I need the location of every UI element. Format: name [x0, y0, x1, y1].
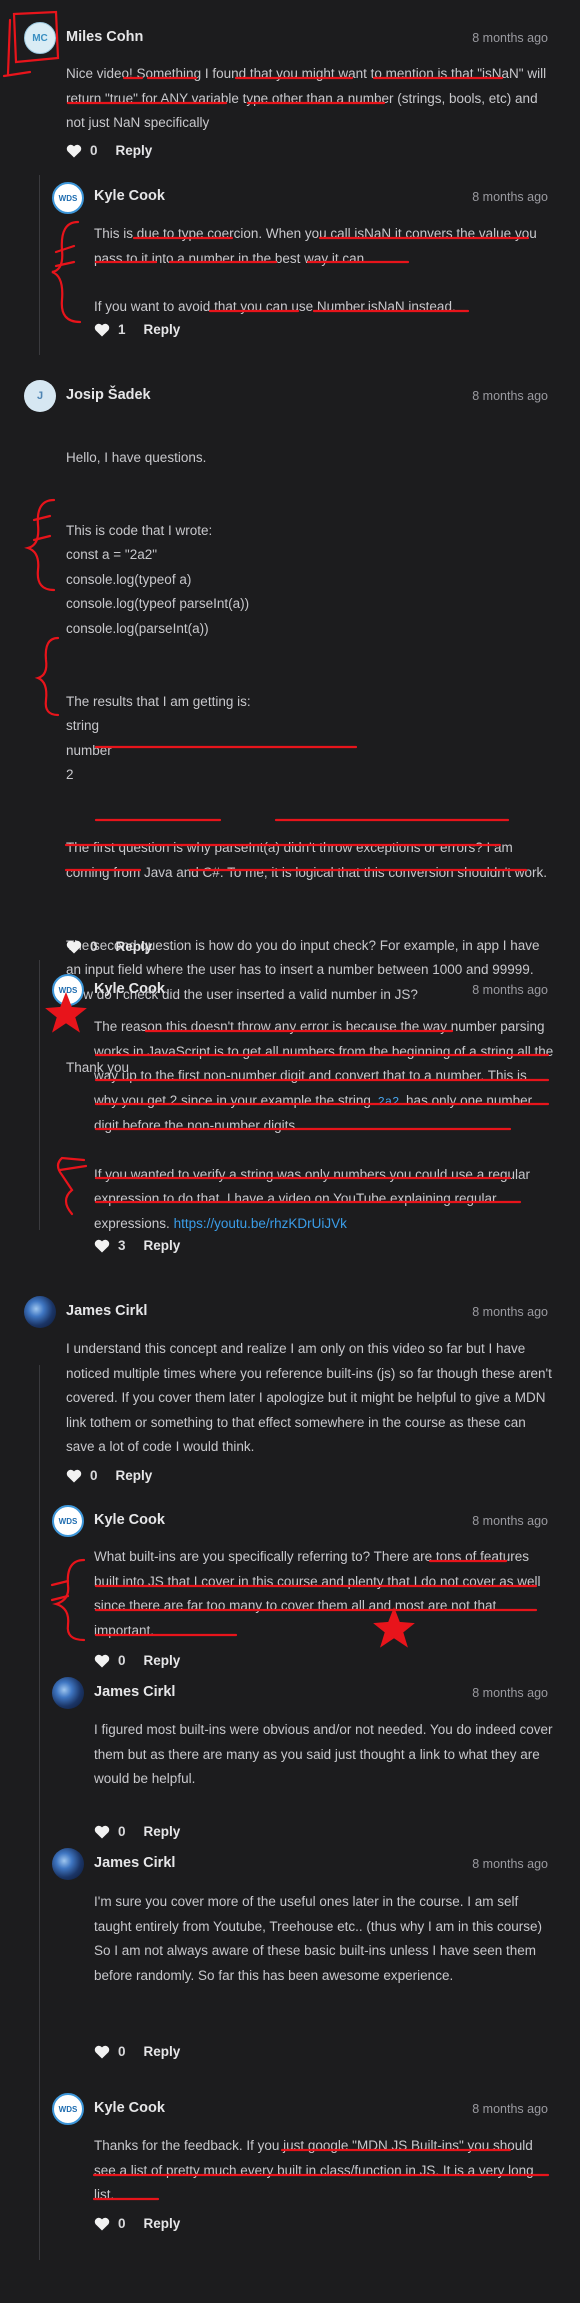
comment-paragraph: The reason this doesn't throw any error … [94, 1015, 554, 1139]
like-count: 0 [118, 2216, 126, 2231]
heart-icon[interactable] [66, 1469, 82, 1483]
comment-paragraph: I figured most built-ins were obvious an… [94, 1722, 553, 1786]
comment-paragraph: I'm sure you cover more of the useful on… [94, 1894, 542, 1983]
timestamp: 8 months ago [472, 190, 548, 204]
comment-actions: 0 Reply [66, 939, 152, 954]
comment-actions: 0 Reply [66, 143, 152, 158]
author-name[interactable]: Kyle Cook [94, 188, 165, 204]
comment-actions: 0 Reply [66, 1468, 152, 1483]
like-count: 0 [90, 1468, 98, 1483]
avatar[interactable] [52, 1677, 84, 1709]
annotation-brace [34, 636, 60, 717]
reply-button[interactable]: Reply [144, 2044, 181, 2059]
reply-button[interactable]: Reply [116, 143, 153, 158]
heart-icon[interactable] [94, 1825, 110, 1839]
heart-icon[interactable] [66, 940, 82, 954]
timestamp: 8 months ago [472, 1514, 548, 1528]
comment-paragraph: This is due to type coercion. When you c… [94, 226, 537, 266]
comment-paragraph: What built-ins are you specifically refe… [94, 1549, 541, 1638]
author-name[interactable]: Kyle Cook [94, 981, 165, 997]
comment-body: I'm sure you cover more of the useful on… [94, 1890, 554, 1988]
comment-paragraph: Thanks for the feedback. If you just goo… [94, 2138, 534, 2202]
annotation-brace [51, 220, 82, 324]
reply-button[interactable]: Reply [144, 322, 181, 337]
comment-actions: 0 Reply [94, 2044, 180, 2059]
comment-paragraph: I understand this concept and realize I … [66, 1341, 552, 1454]
annotation-brace [56, 1156, 88, 1216]
like-count: 0 [118, 2044, 126, 2059]
annotation-brace [32, 514, 52, 542]
heart-icon[interactable] [94, 1239, 110, 1253]
heart-icon[interactable] [94, 2217, 110, 2231]
reply-button[interactable]: Reply [116, 939, 153, 954]
code-snippet: This is code that I wrote: const a = "2a… [66, 522, 250, 636]
comment-paragraph: If you wanted to verify a string was onl… [94, 1163, 554, 1237]
comment-paragraph: Hello, I have questions. [66, 449, 207, 465]
timestamp: 8 months ago [472, 1857, 548, 1871]
like-count: 3 [118, 1238, 126, 1253]
thread-line [39, 960, 40, 1230]
timestamp: 8 months ago [472, 983, 548, 997]
comment-actions: 1 Reply [94, 322, 180, 337]
comment-actions: 3 Reply [94, 1238, 180, 1253]
author-name[interactable]: Kyle Cook [94, 2100, 165, 2116]
author-name[interactable]: James Cirkl [66, 1303, 147, 1319]
comment-body: This is due to type coercion. When you c… [94, 222, 554, 320]
timestamp: 8 months ago [472, 389, 548, 403]
like-count: 0 [118, 1653, 126, 1668]
author-name[interactable]: Miles Cohn [66, 29, 143, 45]
author-name[interactable]: Kyle Cook [94, 1512, 165, 1528]
heart-icon[interactable] [94, 323, 110, 337]
comment-actions: 0 Reply [94, 2216, 180, 2231]
heart-icon[interactable] [94, 1654, 110, 1668]
like-count: 0 [118, 1824, 126, 1839]
comment-body: Hello, I have questions. This is code th… [66, 421, 556, 1105]
author-name[interactable]: James Cirkl [94, 1855, 175, 1871]
comment-paragraph: The results that I am getting is: string… [66, 693, 251, 783]
avatar[interactable]: WDS [52, 2093, 84, 2125]
like-count: 0 [90, 143, 98, 158]
inline-code: 2a2 [377, 1094, 400, 1109]
comment-paragraph: If you want to avoid that you can use Nu… [94, 299, 456, 314]
comment-body: Thanks for the feedback. If you just goo… [94, 2134, 554, 2208]
comment-body: What built-ins are you specifically refe… [94, 1545, 554, 1643]
comment-actions: 0 Reply [94, 1824, 180, 1839]
reply-button[interactable]: Reply [144, 1824, 181, 1839]
comment-body: The reason this doesn't throw any error … [94, 1015, 554, 1236]
annotation-brace [24, 498, 56, 592]
reply-button[interactable]: Reply [116, 1468, 153, 1483]
annotation-brace [54, 244, 76, 268]
comment-body: I figured most built-ins were obvious an… [94, 1718, 554, 1792]
heart-icon[interactable] [66, 144, 82, 158]
reply-button[interactable]: Reply [144, 2216, 181, 2231]
timestamp: 8 months ago [472, 2102, 548, 2116]
avatar[interactable]: WDS [52, 182, 84, 214]
avatar[interactable]: MC [24, 22, 56, 54]
timestamp: 8 months ago [472, 31, 548, 45]
reply-button[interactable]: Reply [144, 1653, 181, 1668]
thread-line [39, 1365, 40, 2260]
reply-button[interactable]: Reply [144, 1238, 181, 1253]
author-name[interactable]: Josip Šadek [66, 387, 151, 403]
annotation-brace [50, 1579, 70, 1602]
youtube-link[interactable]: https://youtu.be/rhzKDrUiJVk [174, 1216, 347, 1231]
comment-body: Nice video! Something I found that you m… [66, 62, 556, 136]
heart-icon[interactable] [94, 2045, 110, 2059]
thread-line [39, 175, 40, 355]
avatar[interactable]: J [24, 380, 56, 412]
comment-body: I understand this concept and realize I … [66, 1337, 556, 1460]
annotation-brace [52, 1558, 86, 1642]
like-count: 0 [90, 939, 98, 954]
timestamp: 8 months ago [472, 1305, 548, 1319]
comment-paragraph: The first question is why parseInt(a) di… [66, 840, 548, 880]
author-name[interactable]: James Cirkl [94, 1684, 175, 1700]
avatar[interactable] [52, 1848, 84, 1880]
like-count: 1 [118, 322, 126, 337]
timestamp: 8 months ago [472, 1686, 548, 1700]
comment-paragraph: Nice video! Something I found that you m… [66, 66, 547, 130]
avatar[interactable]: WDS [52, 1505, 84, 1537]
avatar[interactable]: WDS [52, 974, 84, 1006]
comment-actions: 0 Reply [94, 1653, 180, 1668]
avatar[interactable] [24, 1296, 56, 1328]
